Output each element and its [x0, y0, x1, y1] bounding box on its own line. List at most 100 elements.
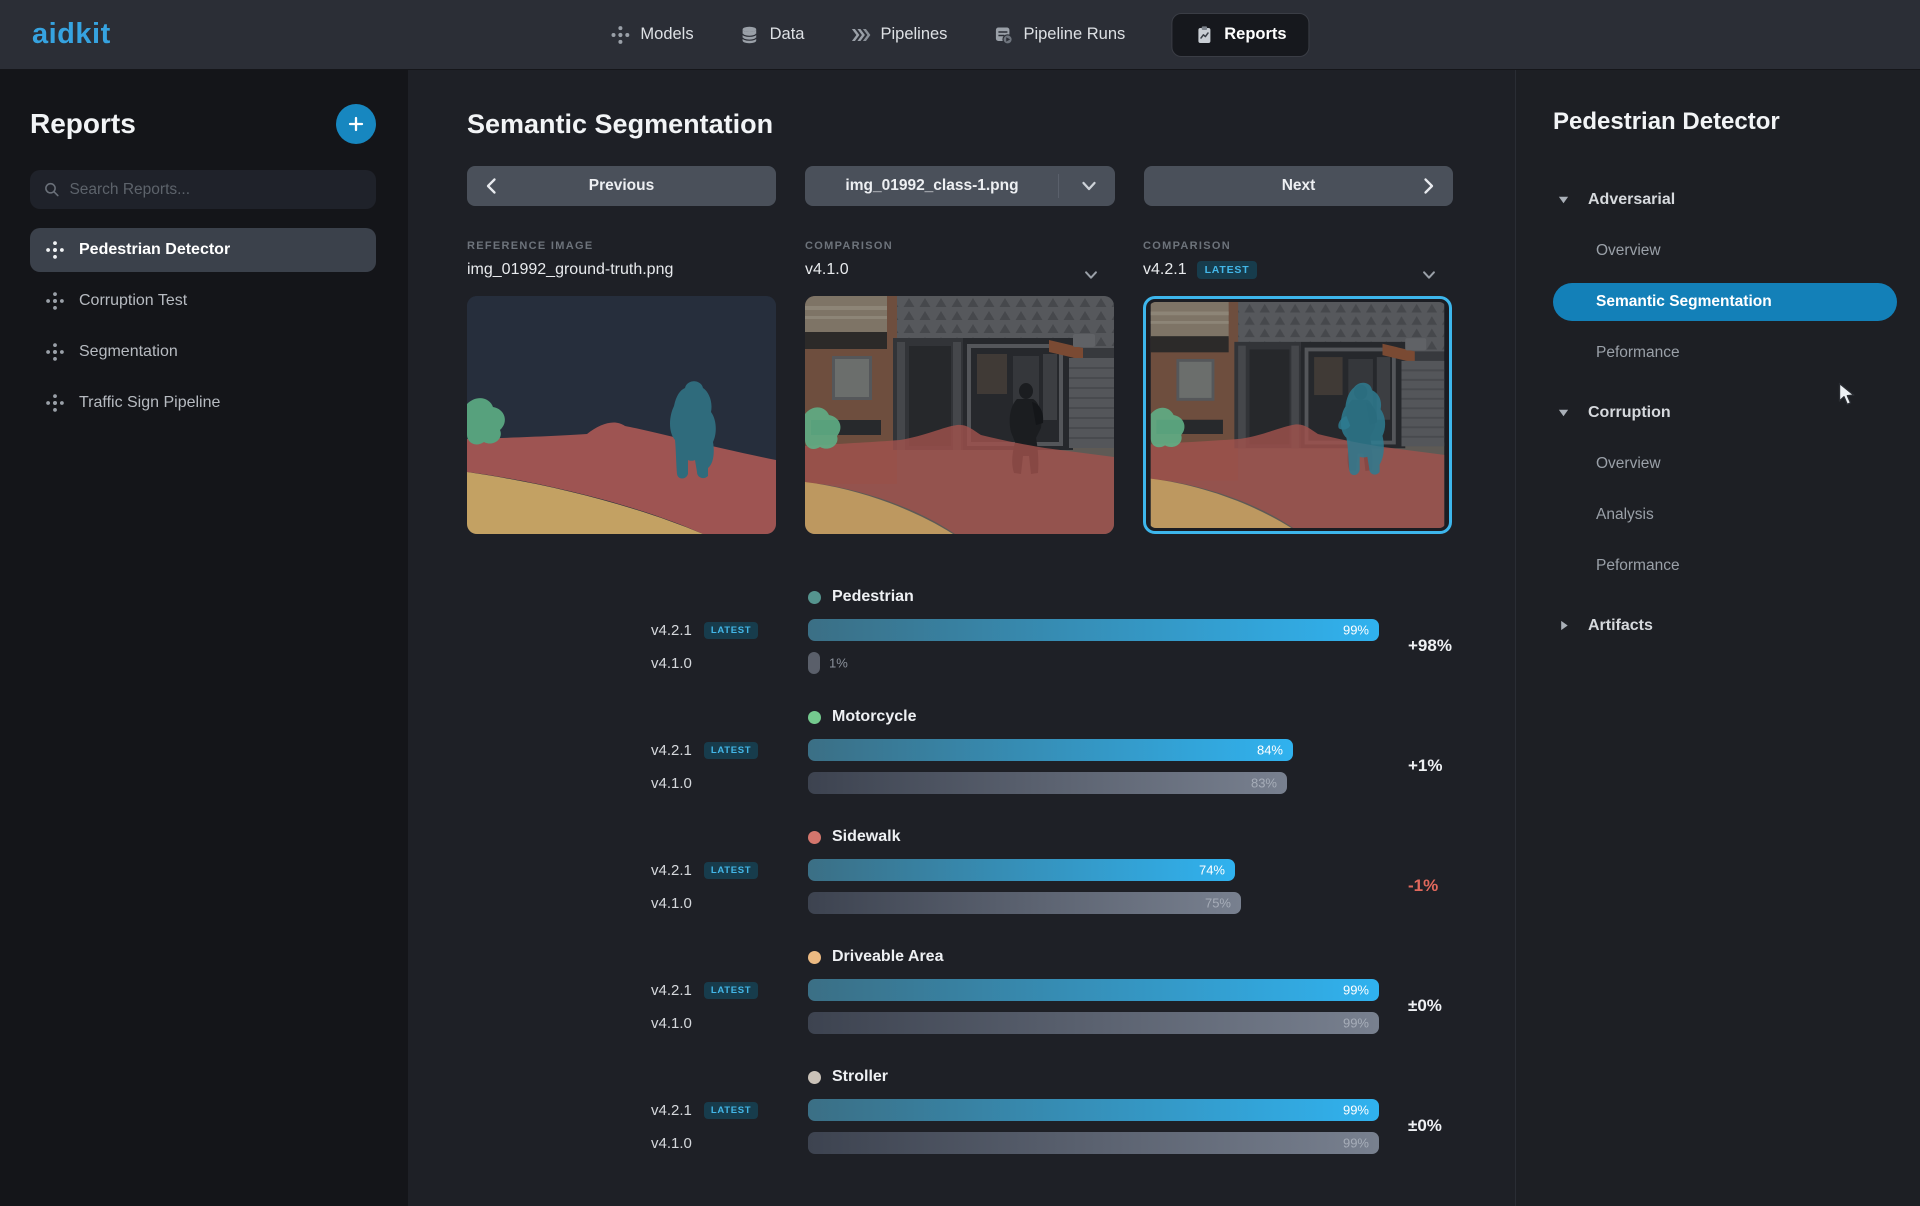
delta-label: ±0% [1408, 1100, 1442, 1152]
add-report-button[interactable] [336, 104, 376, 144]
report-title: Pedestrian Detector [1553, 106, 1897, 138]
comparison-2-version: v4.2.1 [1143, 261, 1187, 279]
previous-button[interactable]: Previous [467, 166, 776, 206]
tree-section-adversarial[interactable]: Adversarial [1553, 174, 1897, 225]
bar-row-v4.1.0: v4.1.099% [467, 1010, 1515, 1036]
class-color-dot [808, 951, 821, 964]
sidebar-item-label: Corruption Test [79, 292, 187, 310]
comparison-v4-2-1-image [1149, 302, 1446, 528]
tree-section-label: Adversarial [1588, 191, 1675, 209]
bar [808, 739, 1293, 761]
tree-section-corruption[interactable]: Corruption [1553, 387, 1897, 438]
select-divider [1058, 174, 1059, 198]
bar-track: 99% [808, 979, 1385, 1001]
bar-row-v4.1.0: v4.1.0 99% [467, 1130, 1515, 1156]
main-content: Semantic Segmentation Previous img_01992… [408, 70, 1515, 1206]
bar [808, 1132, 1379, 1154]
sidebar-item-corruption-test[interactable]: Corruption Test [30, 279, 376, 323]
data-icon [740, 25, 760, 45]
sidebar-item-label: Segmentation [79, 343, 178, 361]
nav-item-models[interactable]: Models [610, 25, 693, 45]
sidebar-item-pedestrian-detector[interactable]: Pedestrian Detector [30, 228, 376, 272]
latest-badge: LATEST [704, 862, 758, 879]
tree-item-overview[interactable]: Overview [1553, 225, 1897, 276]
latest-badge: LATEST [704, 742, 758, 759]
chevron-down-icon [1420, 266, 1438, 284]
tree-item-selected-pill: Semantic Segmentation [1553, 283, 1897, 321]
comparison-v4-1-0-image [805, 296, 1114, 534]
report-tree: Adversarial Overview Semantic Segmentation… [1553, 174, 1897, 651]
nav-item-reports[interactable]: Reports [1171, 13, 1309, 57]
class-comparison-chart: Pedestrianv4.2.1LATEST99%v4.1.01%+98%Mot… [467, 584, 1515, 1158]
tree-item-overview[interactable]: Overview [1553, 438, 1897, 489]
bar-track: 99% [808, 1132, 1385, 1154]
sidebar-item-label: Traffic Sign Pipeline [79, 394, 220, 412]
bar-value-label: 99% [1343, 1103, 1369, 1118]
page-title: Semantic Segmentation [467, 108, 1515, 140]
delta-label: +98% [1408, 620, 1452, 672]
class-color-dot [808, 1071, 821, 1084]
bar-row-v4.1.0: v4.1.01% [467, 650, 1515, 676]
bar [808, 892, 1241, 914]
tree-item-analysis[interactable]: Analysis [1553, 489, 1897, 540]
previous-label: Previous [589, 177, 654, 195]
pipeline-runs-icon [993, 25, 1013, 45]
class-block-driveable-area: Driveable Areav4.2.1LATEST99%v4.1.099%±0… [467, 944, 1515, 1038]
next-button[interactable]: Next [1144, 166, 1453, 206]
tree-item-peformance[interactable]: Peformance [1553, 540, 1897, 591]
bar-value-label: 74% [1199, 863, 1225, 878]
bar-track: 99% [808, 1099, 1385, 1121]
sidebar-item-traffic-sign-pipeline[interactable]: Traffic Sign Pipeline [30, 381, 376, 425]
bar-row-v4.2.1: v4.2.1LATEST99% [467, 617, 1515, 643]
search-input[interactable] [69, 181, 363, 199]
class-color-dot [808, 711, 821, 724]
bar-value-label: 99% [1343, 1136, 1369, 1151]
nav-label: Reports [1224, 25, 1286, 44]
bar [808, 619, 1379, 641]
report-icon [45, 240, 65, 260]
reports-sidebar: Reports Pedestrian DetectorCorruption Te… [0, 70, 408, 1206]
search-icon [43, 180, 60, 199]
class-color-dot [808, 831, 821, 844]
comparison-1-selector[interactable]: COMPARISON v4.1.0 [805, 240, 1114, 280]
bar-row-v4.1.0: v4.1.083% [467, 770, 1515, 796]
bar-row-v4.2.1: v4.2.1LATEST99% [467, 977, 1515, 1003]
nav-item-pipeline-runs[interactable]: Pipeline Runs [993, 25, 1125, 45]
comparison-2-selector[interactable]: COMPARISON v4.2.1 LATEST [1143, 240, 1452, 280]
search-box[interactable] [30, 170, 376, 209]
bar-value-label: 84% [1257, 743, 1283, 758]
sidebar-item-segmentation[interactable]: Segmentation [30, 330, 376, 374]
bar-row-v4.2.1: v4.2.1LATEST99% [467, 1097, 1515, 1123]
image-select-value: img_01992_class-1.png [805, 166, 1059, 206]
version-label: v4.1.0 [651, 775, 692, 792]
bar [808, 979, 1379, 1001]
tree-section-artifacts[interactable]: Artifacts [1553, 600, 1897, 651]
reference-image-panel[interactable] [467, 296, 776, 534]
tree-item-semantic-segmentation[interactable]: Semantic Segmentation [1553, 276, 1897, 327]
chevron-right-icon [1418, 176, 1438, 196]
version-label: v4.2.1 [651, 622, 692, 639]
class-block-motorcycle: Motorcyclev4.2.1LATEST84%v4.1.083%+1% [467, 704, 1515, 798]
bar-row-v4.2.1: v4.2.1LATEST84% [467, 737, 1515, 763]
image-select[interactable]: img_01992_class-1.png [805, 166, 1115, 206]
comparison-2-image-panel[interactable] [1143, 296, 1452, 534]
bar-track: 99% [808, 619, 1385, 641]
main-nav: Models Data Pipelines Pipeline Runs Reports [610, 0, 1309, 69]
bar [808, 652, 820, 674]
collapse-icon [1557, 193, 1570, 206]
bar [808, 859, 1235, 881]
version-label: v4.1.0 [651, 1015, 692, 1032]
class-block-pedestrian: Pedestrianv4.2.1LATEST99%v4.1.01%+98% [467, 584, 1515, 678]
version-label: v4.1.0 [651, 1135, 692, 1152]
reports-icon [1194, 25, 1214, 45]
delta-label: -1% [1408, 860, 1438, 912]
bar [808, 772, 1287, 794]
version-label: v4.2.1 [651, 862, 692, 879]
bar-track: 74% [808, 859, 1385, 881]
nav-item-pipelines[interactable]: Pipelines [850, 25, 947, 45]
class-block-sidewalk: Sidewalkv4.2.1LATEST74%v4.1.075%-1% [467, 824, 1515, 918]
class-color-dot [808, 591, 821, 604]
tree-item-peformance[interactable]: Peformance [1553, 327, 1897, 378]
nav-item-data[interactable]: Data [740, 25, 805, 45]
comparison-1-image-panel[interactable] [805, 296, 1114, 534]
